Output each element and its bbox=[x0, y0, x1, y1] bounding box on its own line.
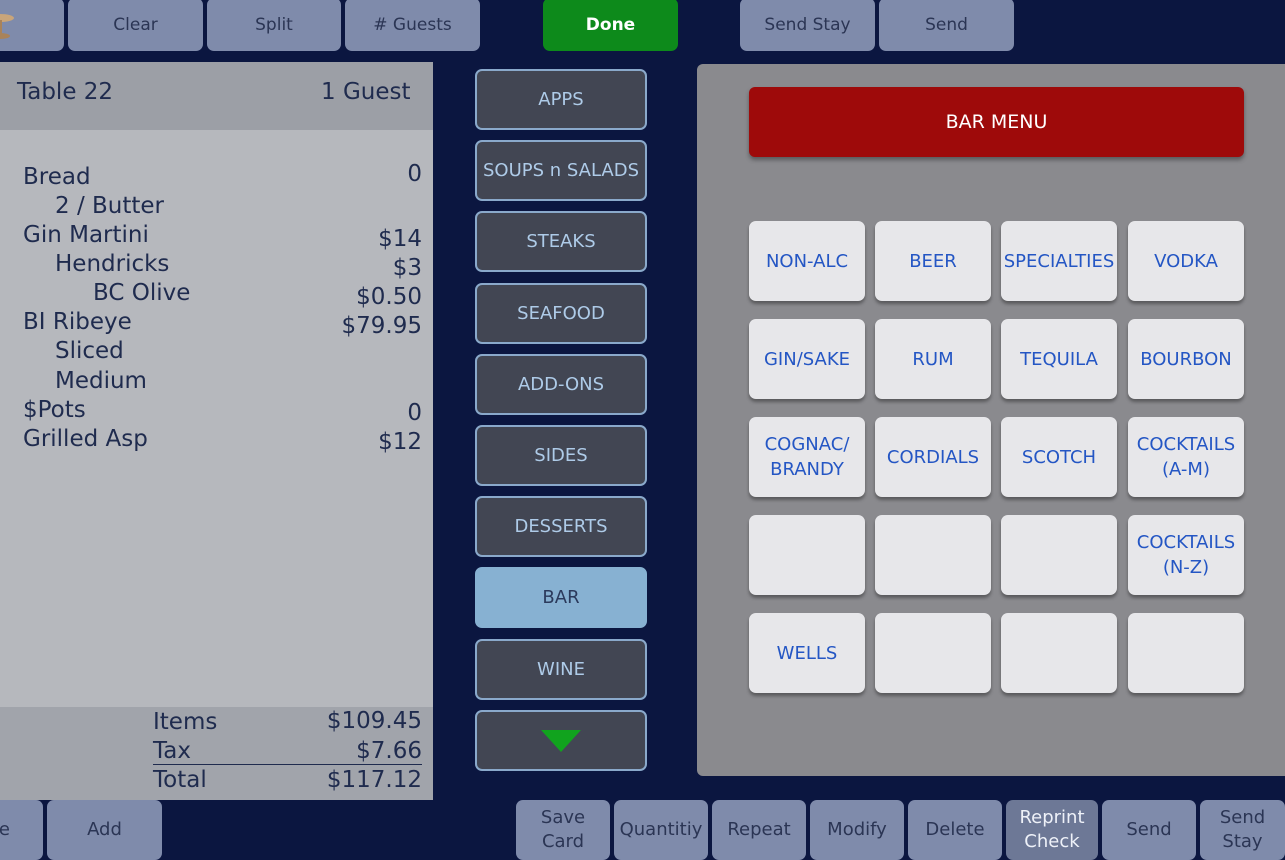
tax-label: Tax bbox=[153, 738, 191, 764]
clear-button[interactable]: Clear bbox=[68, 0, 203, 51]
category-bar[interactable]: BAR bbox=[475, 567, 647, 628]
quantity-button[interactable]: Quantitiy bbox=[614, 800, 708, 860]
menu-button-bourbon[interactable]: BOURBON bbox=[1128, 319, 1244, 399]
partial-left-button[interactable]: e bbox=[0, 800, 43, 860]
table-icon bbox=[0, 14, 14, 39]
menu-button-cocktails-n-z[interactable]: COCKTAILS (N-Z) bbox=[1128, 515, 1244, 595]
partial-left-button[interactable] bbox=[0, 0, 64, 51]
item-name[interactable]: Gin Martini bbox=[23, 222, 149, 248]
table-number: Table 22 bbox=[17, 79, 114, 105]
category-apps[interactable]: APPS bbox=[475, 69, 647, 130]
done-button[interactable]: Done bbox=[543, 0, 678, 51]
save-card-button[interactable]: Save Card bbox=[516, 800, 610, 860]
partial-left-label: e bbox=[0, 819, 10, 840]
check-totals: Items $109.45 Tax $7.66 Total $117.12 bbox=[0, 707, 433, 800]
repeat-button[interactable]: Repeat bbox=[712, 800, 806, 860]
category-desserts[interactable]: DESSERTS bbox=[475, 496, 647, 557]
send-button[interactable]: Send bbox=[879, 0, 1014, 51]
item-modifier[interactable]: Medium bbox=[55, 368, 147, 394]
menu-button-cognac-brandy[interactable]: COGNAC/ BRANDY bbox=[749, 417, 865, 497]
menu-button-empty[interactable] bbox=[749, 515, 865, 595]
split-button[interactable]: Split bbox=[207, 0, 341, 51]
category-seafood[interactable]: SEAFOOD bbox=[475, 283, 647, 344]
item-price: 0 bbox=[407, 400, 422, 426]
check-items[interactable]: Bread 0 2 / Butter Gin Martini $14 Hendr… bbox=[0, 130, 433, 707]
item-name[interactable]: Bread bbox=[23, 164, 91, 190]
reprint-check-button[interactable]: Reprint Check bbox=[1006, 800, 1098, 860]
item-name[interactable]: Grilled Asp bbox=[23, 426, 148, 452]
item-price: $79.95 bbox=[341, 313, 422, 339]
category-add-ons[interactable]: ADD-ONS bbox=[475, 354, 647, 415]
guests-button[interactable]: # Guests bbox=[345, 0, 480, 51]
category-steaks[interactable]: STEAKS bbox=[475, 211, 647, 272]
menu-button-empty[interactable] bbox=[1001, 515, 1117, 595]
tax-value: $7.66 bbox=[356, 738, 422, 764]
menu-button-rum[interactable]: RUM bbox=[875, 319, 991, 399]
modify-button[interactable]: Modify bbox=[810, 800, 904, 860]
menu-button-beer[interactable]: BEER bbox=[875, 221, 991, 301]
send-stay-bottom-button[interactable]: Send Stay bbox=[1200, 800, 1285, 860]
menu-button-empty[interactable] bbox=[1001, 613, 1117, 693]
menu-button-gin-sake[interactable]: GIN/SAKE bbox=[749, 319, 865, 399]
menu-button-vodka[interactable]: VODKA bbox=[1128, 221, 1244, 301]
item-name[interactable]: BI Ribeye bbox=[23, 309, 132, 335]
category-wine[interactable]: WINE bbox=[475, 639, 647, 700]
arrow-down-icon bbox=[541, 729, 581, 752]
send-stay-button[interactable]: Send Stay bbox=[740, 0, 875, 51]
add-button[interactable]: Add bbox=[47, 800, 162, 860]
item-price: $3 bbox=[392, 255, 422, 281]
item-modifier[interactable]: Hendricks bbox=[55, 251, 169, 277]
guest-count: 1 Guest bbox=[321, 79, 411, 105]
bar-menu-title[interactable]: BAR MENU bbox=[749, 87, 1244, 157]
totals-divider bbox=[153, 764, 422, 765]
item-price: $0.50 bbox=[356, 284, 422, 310]
menu-button-specialties[interactable]: SPECIALTIES bbox=[1001, 221, 1117, 301]
delete-button[interactable]: Delete bbox=[908, 800, 1002, 860]
item-modifier[interactable]: 2 / Butter bbox=[55, 193, 164, 219]
menu-button-cocktails-a-m[interactable]: COCKTAILS (A-M) bbox=[1128, 417, 1244, 497]
item-modifier[interactable]: Sliced bbox=[55, 338, 124, 364]
check-header: Table 22 1 Guest bbox=[0, 62, 433, 130]
item-modifier[interactable]: BC Olive bbox=[93, 280, 190, 306]
item-price: $12 bbox=[378, 429, 422, 455]
total-label: Total bbox=[153, 767, 207, 793]
category-soups-salads[interactable]: SOUPS n SALADS bbox=[475, 140, 647, 201]
item-price: $14 bbox=[378, 226, 422, 252]
send-bottom-button[interactable]: Send bbox=[1102, 800, 1196, 860]
items-value: $109.45 bbox=[326, 708, 422, 734]
menu-button-cordials[interactable]: CORDIALS bbox=[875, 417, 991, 497]
menu-button-wells[interactable]: WELLS bbox=[749, 613, 865, 693]
item-name[interactable]: $Pots bbox=[23, 397, 86, 423]
category-sides[interactable]: SIDES bbox=[475, 425, 647, 486]
total-value: $117.12 bbox=[326, 767, 422, 793]
menu-button-scotch[interactable]: SCOTCH bbox=[1001, 417, 1117, 497]
scroll-down-button[interactable] bbox=[475, 710, 647, 771]
item-price: 0 bbox=[407, 161, 422, 187]
items-label: Items bbox=[153, 709, 218, 735]
menu-button-tequila[interactable]: TEQUILA bbox=[1001, 319, 1117, 399]
menu-button-empty[interactable] bbox=[1128, 613, 1244, 693]
menu-button-non-alc[interactable]: NON-ALC bbox=[749, 221, 865, 301]
menu-button-empty[interactable] bbox=[875, 613, 991, 693]
menu-button-empty[interactable] bbox=[875, 515, 991, 595]
